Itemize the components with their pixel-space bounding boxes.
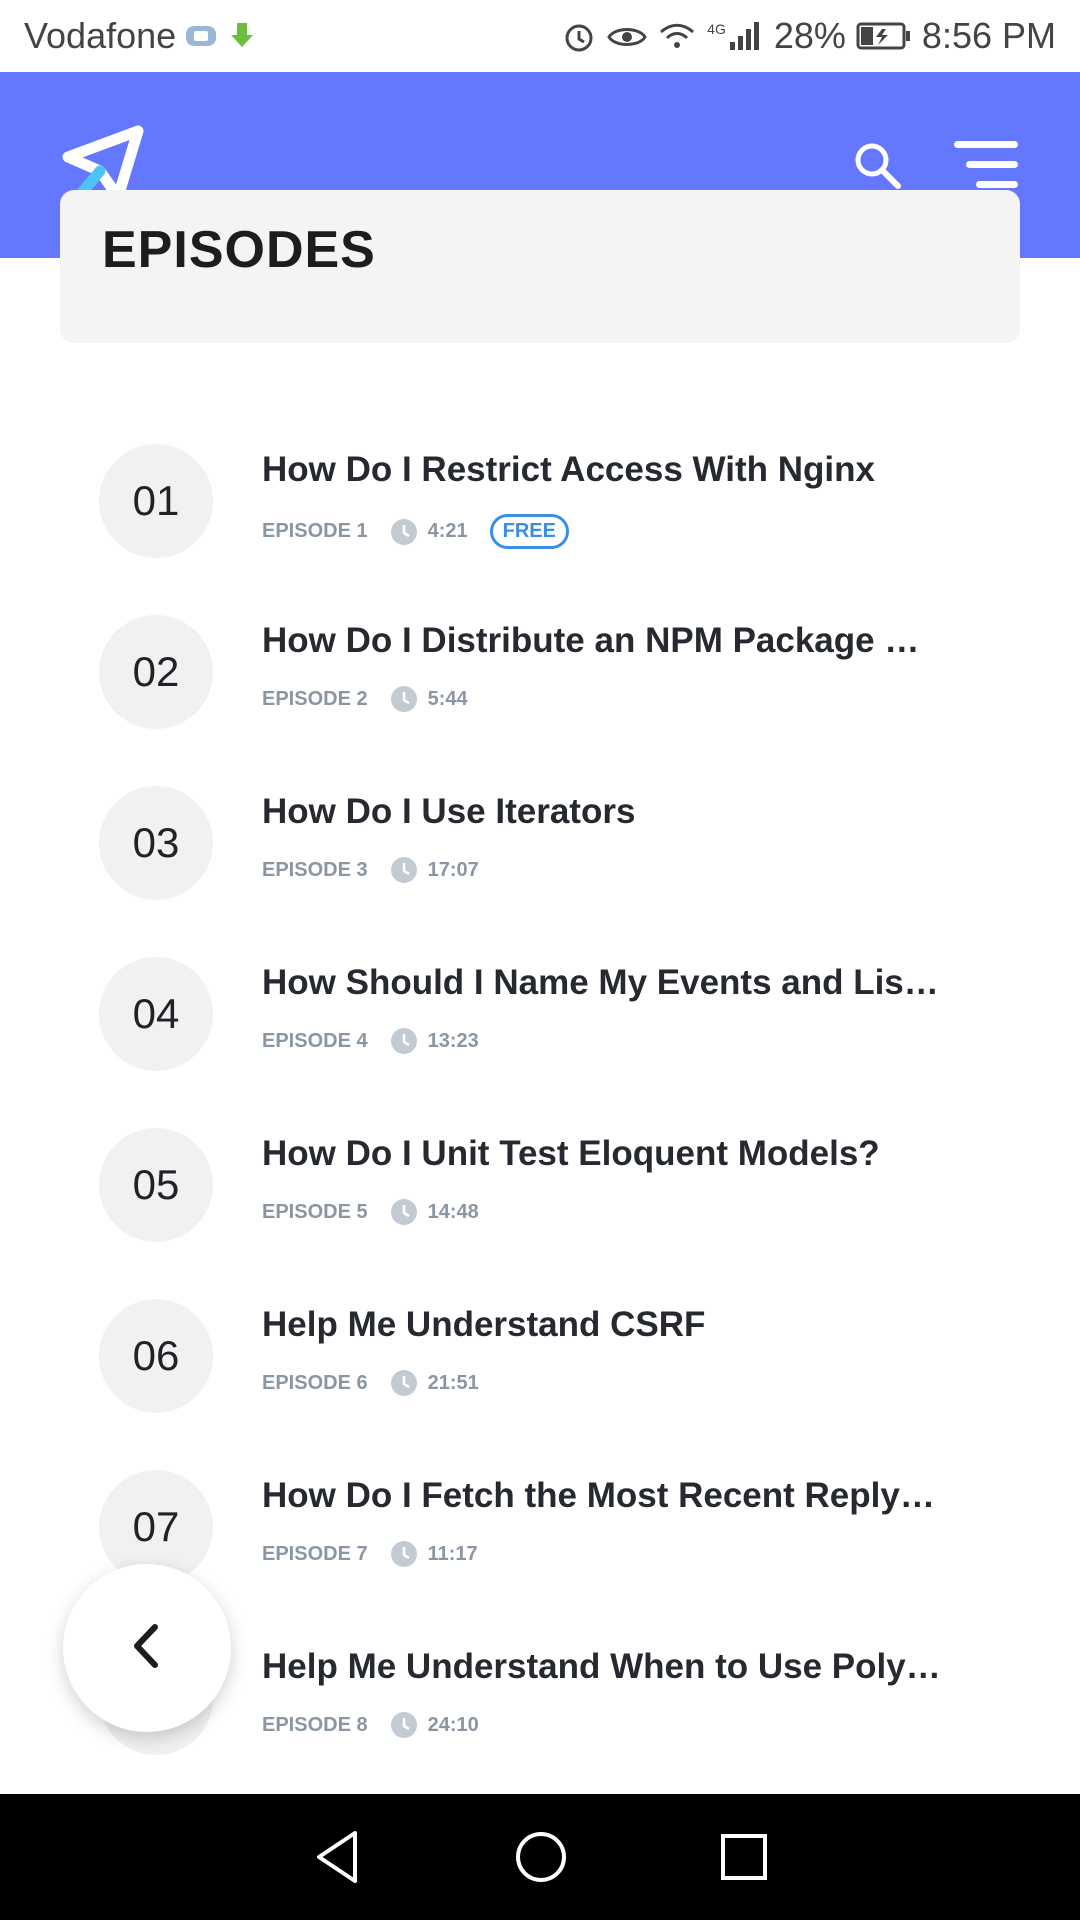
episode-duration: 14:48: [427, 1200, 479, 1223]
episode-number: 06: [99, 1299, 213, 1413]
vpn-icon: [184, 22, 220, 50]
episode-duration: 13:23: [427, 1029, 479, 1052]
section-title: EPISODES: [102, 221, 376, 279]
episode-meta: EPISODE 7 11:17: [262, 1540, 478, 1568]
nav-recents-icon[interactable]: [719, 1832, 769, 1882]
network-type-label: 4G: [707, 21, 726, 37]
episode-number: 02: [99, 615, 213, 729]
episode-row-1[interactable]: 01 How Do I Restrict Access With Nginx E…: [0, 444, 1080, 570]
wifi-icon: [657, 20, 697, 52]
episode-meta: EPISODE 6 21:51: [262, 1369, 479, 1397]
episode-number: 01: [99, 444, 213, 558]
episode-meta: EPISODE 3 17:07: [262, 856, 479, 884]
episode-number: 05: [99, 1128, 213, 1242]
episode-label: EPISODE 7: [262, 1542, 368, 1565]
system-nav-bar: [0, 1794, 1080, 1920]
menu-icon[interactable]: [952, 137, 1020, 193]
clock-icon: [390, 1027, 418, 1055]
episode-label: EPISODE 8: [262, 1713, 368, 1736]
episode-label: EPISODE 1: [262, 520, 368, 542]
search-icon[interactable]: [852, 140, 902, 190]
alarm-icon: [561, 18, 597, 54]
clock-icon: [390, 518, 418, 546]
clock-icon: [390, 1540, 418, 1568]
free-badge: FREE: [489, 514, 569, 549]
status-bar: Vodafone 4G 28% 8:56 PM: [0, 0, 1080, 72]
episode-duration: 21:51: [427, 1371, 479, 1394]
episode-meta: EPISODE 4 13:23: [262, 1027, 479, 1055]
episodes-section-card: EPISODES: [60, 190, 1020, 343]
episode-title[interactable]: How Do I Restrict Access With Nginx: [262, 450, 942, 490]
episode-title[interactable]: Help Me Understand CSRF: [262, 1305, 942, 1345]
episode-meta: EPISODE 1 4:21 FREE: [262, 514, 569, 549]
episode-meta: EPISODE 5 14:48: [262, 1198, 479, 1226]
eye-icon: [607, 21, 647, 51]
episode-row-2[interactable]: 02 How Do I Distribute an NPM Package … …: [0, 615, 1080, 741]
episode-title[interactable]: How Should I Name My Events and List…: [262, 963, 942, 1003]
episode-label: EPISODE 6: [262, 1371, 368, 1394]
episode-number: 03: [99, 786, 213, 900]
episode-row-5[interactable]: 05 How Do I Unit Test Eloquent Models? E…: [0, 1128, 1080, 1254]
clock-time: 8:56 PM: [921, 15, 1056, 56]
episode-duration: 24:10: [427, 1713, 479, 1736]
episode-duration: 4:21: [427, 520, 468, 542]
download-icon: [228, 21, 256, 51]
carrier-label: Vodafone: [24, 15, 177, 56]
episode-row-3[interactable]: 03 How Do I Use Iterators EPISODE 3 17:0…: [0, 786, 1080, 912]
episode-meta: EPISODE 8 24:10: [262, 1711, 479, 1739]
clock-icon: [390, 685, 418, 713]
clock-icon: [390, 1369, 418, 1397]
chevron-left-icon: [127, 1621, 167, 1676]
episode-label: EPISODE 2: [262, 687, 368, 710]
episode-meta: EPISODE 2 5:44: [262, 685, 468, 713]
episode-label: EPISODE 3: [262, 858, 368, 881]
signal-icon: [728, 20, 764, 52]
episode-title[interactable]: How Do I Fetch the Most Recent Reply'…: [262, 1476, 942, 1516]
clock-icon: [390, 856, 418, 884]
episode-label: EPISODE 4: [262, 1029, 368, 1052]
episode-number: 04: [99, 957, 213, 1071]
nav-home-icon[interactable]: [513, 1829, 569, 1885]
clock-icon: [390, 1711, 418, 1739]
episode-row-6[interactable]: 06 Help Me Understand CSRF EPISODE 6 21:…: [0, 1299, 1080, 1425]
episode-row-4[interactable]: 04 How Should I Name My Events and List……: [0, 957, 1080, 1083]
episode-title[interactable]: How Do I Distribute an NPM Package …: [262, 621, 942, 661]
nav-back-icon[interactable]: [311, 1829, 363, 1885]
episode-title[interactable]: How Do I Unit Test Eloquent Models?: [262, 1134, 942, 1174]
episode-label: EPISODE 5: [262, 1200, 368, 1223]
battery-icon: [856, 21, 912, 51]
episode-duration: 11:17: [427, 1542, 478, 1565]
episode-title[interactable]: Help Me Understand When to Use Poly…: [262, 1647, 942, 1687]
back-fab-button[interactable]: [63, 1564, 231, 1732]
episode-title[interactable]: How Do I Use Iterators: [262, 792, 942, 832]
episode-duration: 17:07: [427, 858, 479, 881]
battery-percent: 28%: [773, 15, 846, 56]
episode-duration: 5:44: [427, 687, 468, 710]
clock-icon: [390, 1198, 418, 1226]
